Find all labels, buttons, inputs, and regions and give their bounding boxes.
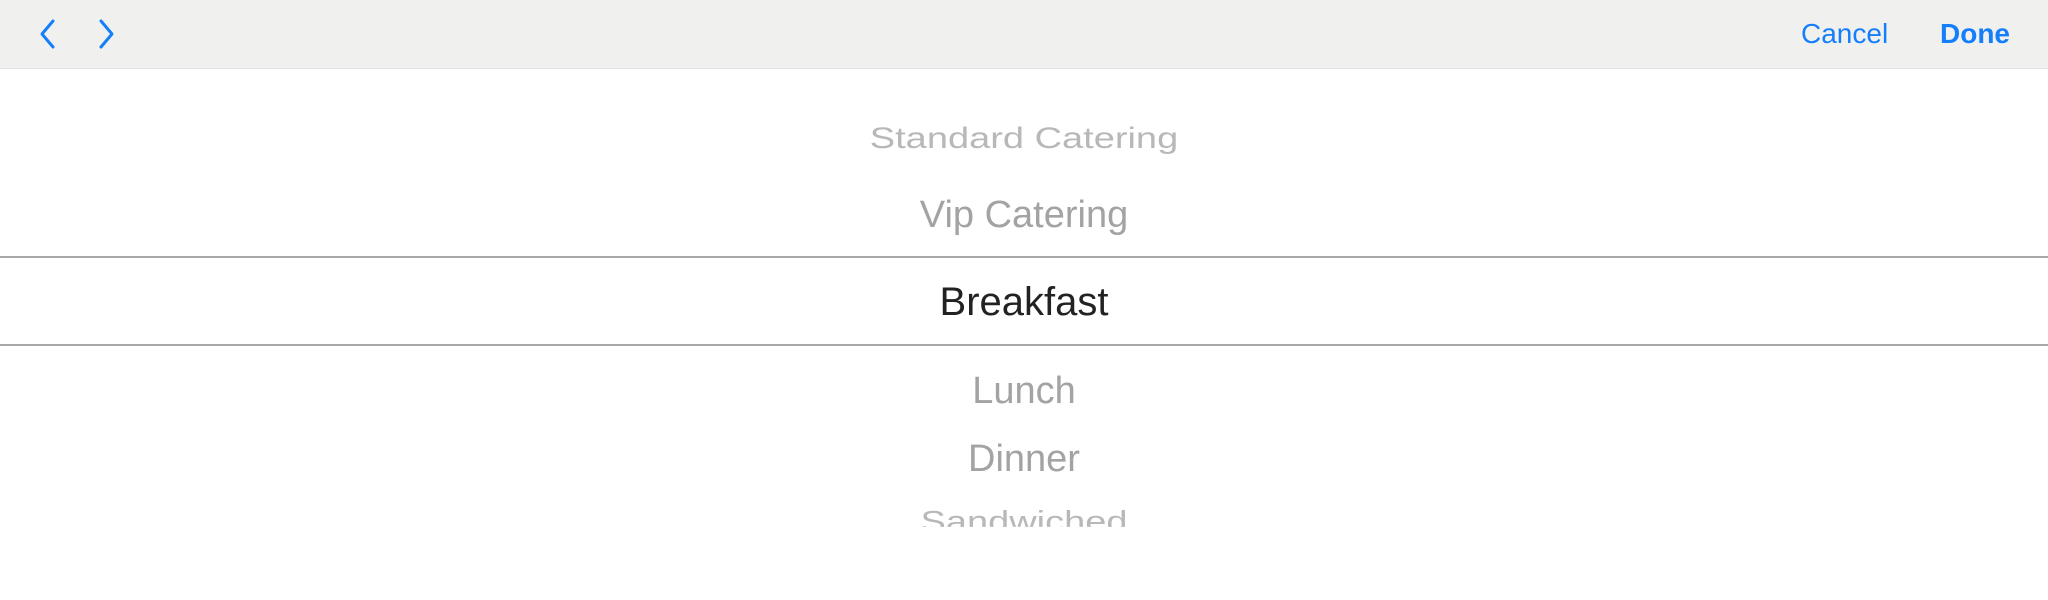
picker-row[interactable]: Sandwiched [0,505,2048,527]
chevron-left-icon [40,19,55,49]
picker-row-selected[interactable]: Breakfast [0,277,2048,327]
input-accessory-toolbar: Cancel Done [0,0,2048,69]
picker-row[interactable]: Dinner [0,435,2048,483]
picker-row[interactable]: Vip Catering [0,191,2048,239]
cancel-button[interactable]: Cancel [1801,14,1888,54]
picker-row[interactable]: Standard Catering [0,123,2048,154]
chevron-right-icon [99,19,114,49]
previous-field-button[interactable] [28,14,68,54]
picker-row[interactable]: Lunch [0,367,2048,415]
done-button[interactable]: Done [1940,14,2010,54]
next-field-button[interactable] [86,14,126,54]
meal-type-picker[interactable]: Standard Catering Vip Catering Breakfast… [0,69,2048,600]
